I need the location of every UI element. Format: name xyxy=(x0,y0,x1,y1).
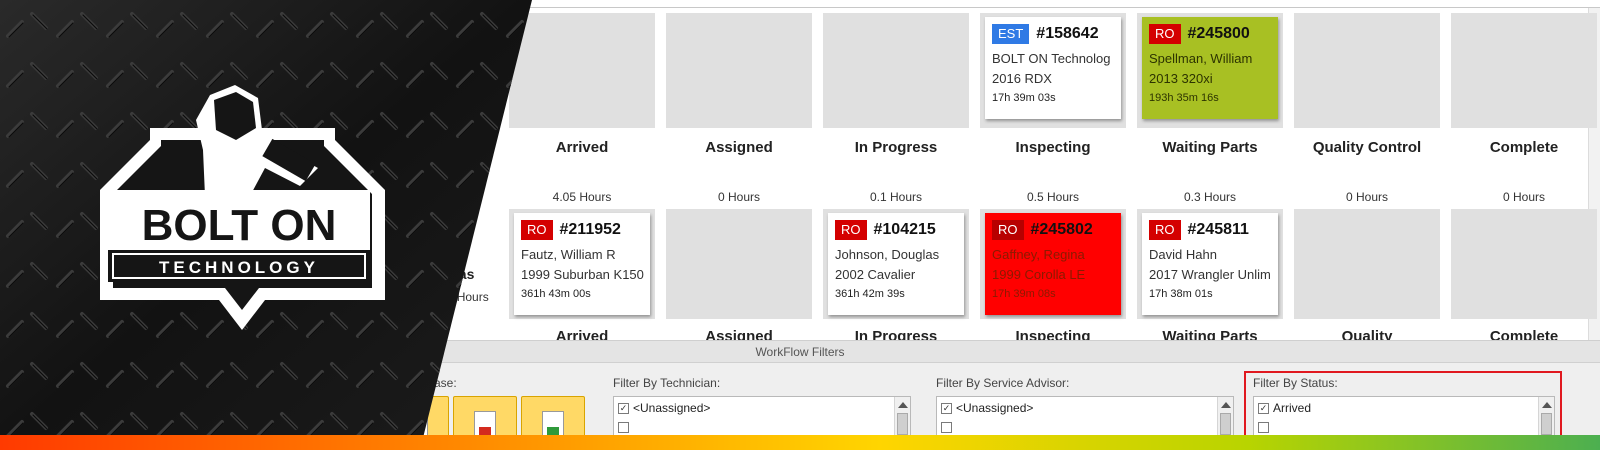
checkbox-checked-icon[interactable]: ✓ xyxy=(618,402,629,414)
job-number: #245811 xyxy=(1187,221,1249,238)
cell-quality-control[interactable] xyxy=(1294,209,1440,319)
cell-inspecting: EST #158642 BOLT ON Technolog 2016 RDX 17… xyxy=(980,13,1126,128)
elapsed-time: 361h 42m 39s xyxy=(835,288,905,300)
phase-hours-waiting-parts: 0.3 Hours xyxy=(1183,190,1237,204)
vehicle: 2002 Cavalier xyxy=(835,267,916,282)
list-item[interactable]: ✓ <Unassigned> xyxy=(618,400,910,416)
elapsed-time: 17h 39m 03s xyxy=(992,92,1056,104)
estimate-badge: EST xyxy=(992,24,1030,44)
cell-inspecting: RO #245802 Gaffney, Regina 1999 Corolla L… xyxy=(980,209,1126,319)
cell-in-progress: RO #104215 Johnson, Douglas 2002 Cavalier… xyxy=(823,209,969,319)
list-item-label: <Unassigned> xyxy=(633,401,711,415)
scrollbar[interactable] xyxy=(894,397,910,435)
customer-name: Fautz, William R xyxy=(521,247,616,262)
job-card[interactable]: RO #104215 Johnson, Douglas 2002 Cavalier… xyxy=(828,213,964,315)
diamond-plate-background: BOLT ON TECHNOLOGY xyxy=(0,0,532,450)
phase-hours-assigned: 0 Hours xyxy=(717,190,761,204)
filter-status-label: Filter By Status: xyxy=(1253,376,1338,390)
phase-label-inspecting: Inspecting xyxy=(1015,139,1091,156)
cell-quality-control[interactable] xyxy=(1294,13,1440,128)
phase-label-quality-control: Quality Control xyxy=(1312,139,1422,156)
checkbox-icon[interactable] xyxy=(618,421,629,433)
job-card[interactable]: RO #245802 Gaffney, Regina 1999 Corolla L… xyxy=(985,213,1121,315)
cell-waiting-parts: RO #245800 Spellman, William 2013 320xi 1… xyxy=(1137,13,1283,128)
cell-assigned[interactable] xyxy=(666,209,812,319)
repair-order-badge: RO xyxy=(1149,24,1181,44)
vehicle: 2017 Wrangler Unlim xyxy=(1149,267,1271,282)
elapsed-time: 17h 39m 08s xyxy=(992,288,1056,300)
job-card[interactable]: RO #245811 David Hahn 2017 Wrangler Unlim… xyxy=(1142,213,1278,315)
vehicle: 2013 320xi xyxy=(1149,71,1213,86)
cell-assigned[interactable] xyxy=(666,13,812,128)
job-card[interactable]: RO #245800 Spellman, William 2013 320xi 1… xyxy=(1142,17,1278,119)
vehicle: 2016 RDX xyxy=(992,71,1052,86)
job-number: #104215 xyxy=(873,221,936,238)
cell-complete[interactable] xyxy=(1451,13,1597,128)
scrollbar[interactable] xyxy=(1538,397,1554,435)
phase-label-waiting-parts: Waiting Parts xyxy=(1162,139,1258,156)
customer-name: Spellman, William xyxy=(1149,51,1253,66)
job-number: #245802 xyxy=(1030,221,1093,238)
cell-waiting-parts: RO #245811 David Hahn 2017 Wrangler Unlim… xyxy=(1137,209,1283,319)
job-number: #245800 xyxy=(1187,25,1250,42)
filter-technician-label: Filter By Technician: xyxy=(613,376,721,390)
scroll-thumb[interactable] xyxy=(1220,413,1231,435)
phase-label-assigned: Assigned xyxy=(705,139,773,156)
customer-name: Johnson, Douglas xyxy=(835,247,940,262)
job-number: #158642 xyxy=(1036,25,1099,42)
checkbox-checked-icon[interactable]: ✓ xyxy=(941,402,952,414)
advisor-filter-list[interactable]: ✓ <Unassigned> xyxy=(936,396,1234,436)
status-filter-list[interactable]: ✓ Arrived xyxy=(1253,396,1555,436)
brand-line-2: TECHNOLOGY xyxy=(159,258,319,277)
list-item-label: Arrived xyxy=(1273,401,1312,415)
list-item[interactable]: ✓ <Unassigned> xyxy=(941,400,1233,416)
job-number: #211952 xyxy=(559,221,621,238)
customer-name: David Hahn xyxy=(1149,247,1217,262)
elapsed-time: 17h 38m 01s xyxy=(1149,288,1213,300)
cell-complete[interactable] xyxy=(1451,209,1597,319)
checkbox-checked-icon[interactable]: ✓ xyxy=(1258,402,1269,414)
phase-label-complete: Complete xyxy=(1489,139,1559,156)
checkbox-icon[interactable] xyxy=(941,421,952,433)
list-item[interactable] xyxy=(1258,419,1554,435)
customer-name: Gaffney, Regina xyxy=(992,247,1085,262)
job-card[interactable]: EST #158642 BOLT ON Technolog 2016 RDX 17… xyxy=(985,17,1121,119)
vehicle: 1999 Suburban K150 xyxy=(521,267,644,282)
scroll-up-icon[interactable] xyxy=(1221,402,1231,408)
customer-name: BOLT ON Technolog xyxy=(992,51,1111,66)
cell-in-progress[interactable] xyxy=(823,13,969,128)
phase-hours-in-progress: 0.1 Hours xyxy=(869,190,923,204)
scroll-up-icon[interactable] xyxy=(898,402,908,408)
list-item[interactable] xyxy=(941,419,1233,435)
vehicle: 1999 Corolla LE xyxy=(992,267,1086,282)
repair-order-badge: RO xyxy=(1149,220,1181,240)
scrollbar[interactable] xyxy=(1217,397,1233,435)
phase-label-in-progress: In Progress xyxy=(854,139,938,156)
list-item-label: <Unassigned> xyxy=(956,401,1034,415)
brand-line-1: BOLT ON xyxy=(142,201,337,250)
repair-order-badge: RO xyxy=(992,220,1024,240)
brand-gradient-bar xyxy=(0,435,1600,450)
scroll-thumb[interactable] xyxy=(1541,413,1552,435)
filter-advisor-label: Filter By Service Advisor: xyxy=(936,376,1070,390)
phase-hours-inspecting: 0.5 Hours xyxy=(1026,190,1080,204)
scroll-up-icon[interactable] xyxy=(1542,402,1552,408)
checkbox-icon[interactable] xyxy=(1258,421,1269,433)
list-item[interactable] xyxy=(618,419,910,435)
technician-filter-list[interactable]: ✓ <Unassigned> xyxy=(613,396,911,436)
scroll-thumb[interactable] xyxy=(897,413,908,435)
list-item[interactable]: ✓ Arrived xyxy=(1258,400,1554,416)
phase-hours-complete: 0 Hours xyxy=(1502,190,1546,204)
phase-hours-quality-control: 0 Hours xyxy=(1345,190,1389,204)
elapsed-time: 193h 35m 16s xyxy=(1149,92,1219,104)
brand-overlay: BOLT ON TECHNOLOGY xyxy=(0,0,540,450)
repair-order-badge: RO xyxy=(835,220,867,240)
elapsed-time: 361h 43m 00s xyxy=(521,288,591,300)
